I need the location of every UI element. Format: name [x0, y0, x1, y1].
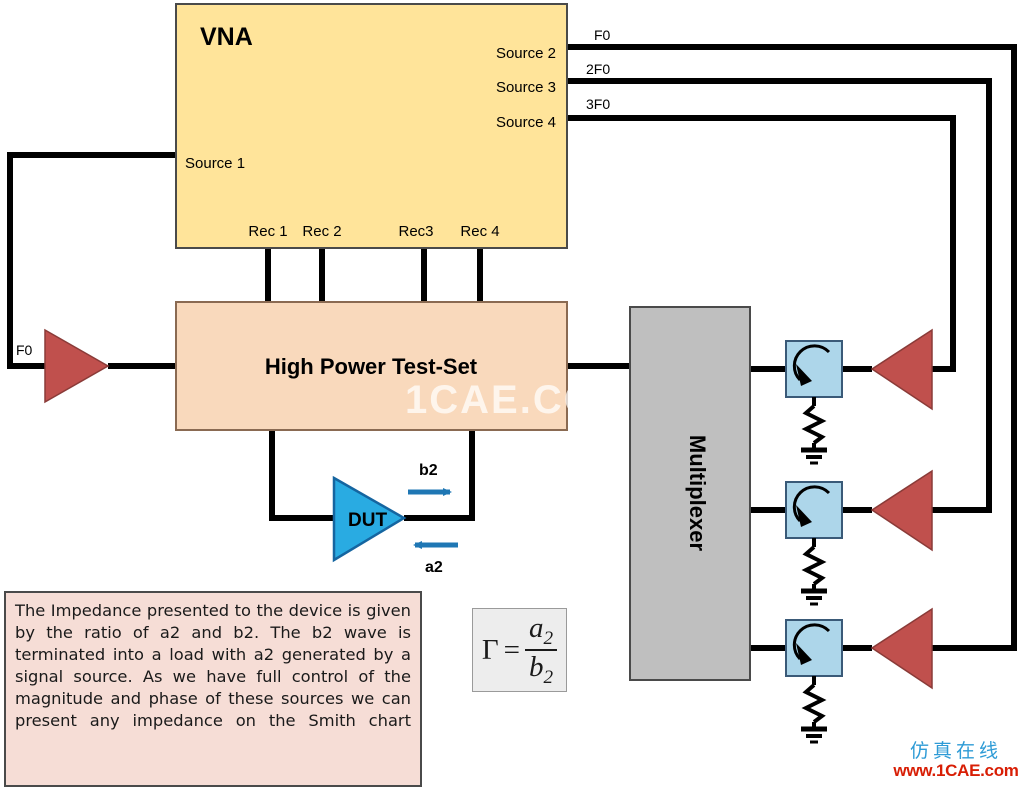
- fraction-numerator: a2: [529, 611, 554, 649]
- frequency-label-2f0: 2F0: [586, 61, 610, 77]
- wire-testset-to-dut-input: [269, 430, 334, 521]
- wire-source1-to-input-amp: [7, 152, 176, 369]
- testset-label: High Power Test-Set: [265, 354, 478, 379]
- vna-block[interactable]: VNA Source 2 Source 3 Source 4 Source 1 …: [175, 3, 568, 249]
- reflection-coefficient-formula: Γ = a2 b2: [481, 611, 558, 688]
- ground-symbol-2: [801, 588, 827, 606]
- wire-source4-3F0-route: [567, 115, 956, 372]
- circulator-3[interactable]: [785, 619, 843, 677]
- dut-label: DUT: [348, 510, 387, 531]
- frequency-label-f0: F0: [594, 27, 611, 43]
- explanation-note-text: The Impedance presented to the device is…: [15, 601, 411, 730]
- vna-rec1-label: Rec 1: [248, 223, 287, 240]
- output-amplifier-3[interactable]: [870, 607, 933, 690]
- input-amp-f0-label: F0: [16, 342, 33, 358]
- vna-label: VNA: [200, 23, 253, 51]
- logo-url-text: www.1CAE.com: [893, 761, 1019, 780]
- ground-symbol-1: [801, 447, 827, 465]
- explanation-note-box: The Impedance presented to the device is…: [4, 591, 422, 787]
- vna-rec4-label: Rec 4: [460, 223, 499, 240]
- site-logo: 仿真在线 www.1CAE.com: [893, 740, 1019, 780]
- dut-block[interactable]: DUT: [332, 475, 407, 563]
- output-amplifier-2[interactable]: [870, 469, 933, 552]
- multiplexer-block[interactable]: Multiplexer: [629, 306, 751, 681]
- output-amplifier-1[interactable]: [870, 328, 933, 411]
- fraction-denominator: b2: [529, 650, 554, 688]
- testset-block[interactable]: High Power Test-Set: [175, 301, 568, 431]
- termination-resistor-1: [801, 397, 827, 449]
- reflection-coefficient-formula-box: Γ = a2 b2: [472, 608, 567, 692]
- frequency-label-3f0: 3F0: [586, 96, 610, 112]
- vna-source4-label: Source 4: [496, 114, 556, 131]
- vna-rec3-label: Rec3: [398, 223, 433, 240]
- vna-source2-label: Source 2: [496, 45, 556, 62]
- b2-label: b2: [419, 462, 438, 479]
- circulator-1[interactable]: [785, 340, 843, 398]
- vna-source3-label: Source 3: [496, 79, 556, 96]
- ground-symbol-3: [801, 726, 827, 744]
- a2-over-b2-fraction: a2 b2: [525, 611, 558, 688]
- wire-dut-output-to-testset: [404, 430, 475, 521]
- input-amplifier[interactable]: [44, 328, 110, 404]
- logo-chinese-text: 仿真在线: [909, 740, 1002, 762]
- vna-source1-label: Source 1: [185, 155, 245, 172]
- multiplexer-label: Multiplexer: [685, 435, 710, 552]
- gamma-symbol: Γ: [481, 633, 499, 666]
- equals-symbol: =: [503, 633, 521, 666]
- termination-resistor-2: [801, 538, 827, 590]
- termination-resistor-3: [801, 676, 827, 728]
- vna-rec2-label: Rec 2: [302, 223, 341, 240]
- circulator-2[interactable]: [785, 481, 843, 539]
- a2-label: a2: [425, 559, 443, 576]
